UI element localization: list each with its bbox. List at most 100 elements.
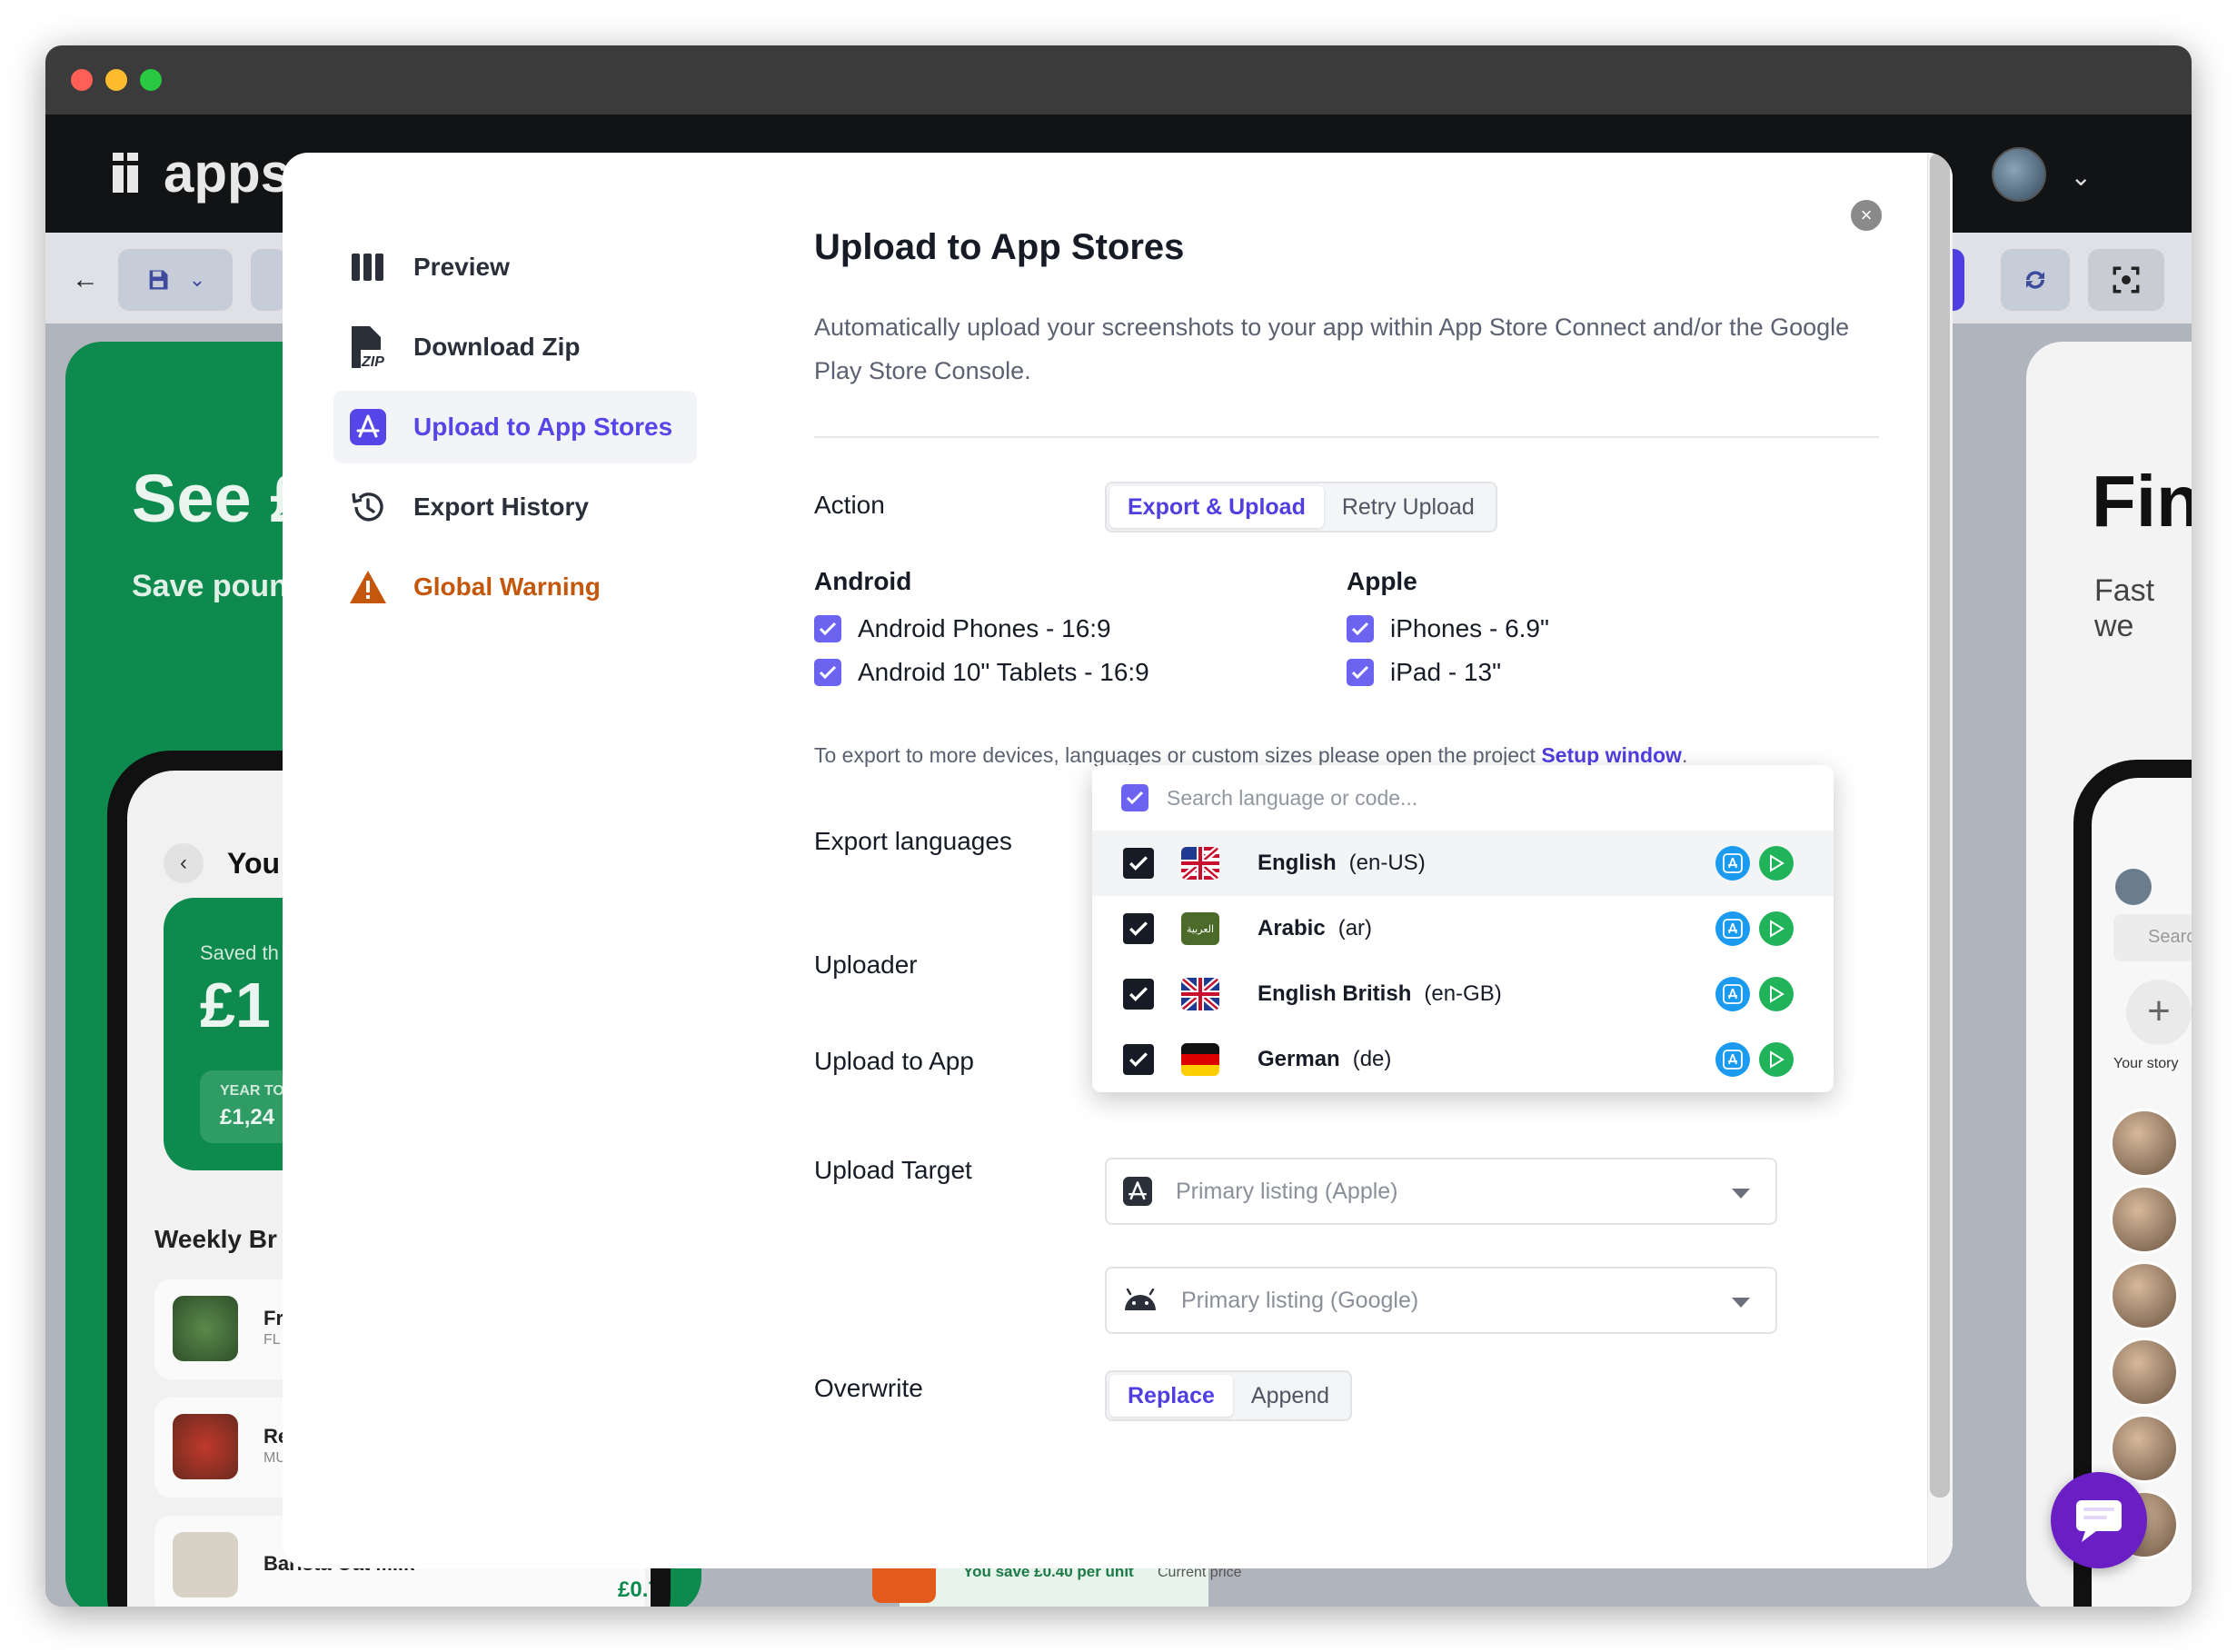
story-avatar: [2110, 1185, 2179, 1254]
saved-label: Saved th: [200, 941, 279, 964]
action-label: Action: [814, 491, 885, 519]
app-store-icon[interactable]: [1715, 911, 1750, 946]
app-store-icon: [348, 407, 388, 447]
modal-scrollbar[interactable]: [1927, 153, 1953, 1568]
maximize-window-button[interactable]: [140, 69, 162, 91]
user-avatar[interactable]: [1992, 147, 2046, 202]
app-store-icon: [1123, 1177, 1152, 1206]
language-option[interactable]: العربية Arabic (ar): [1092, 896, 1834, 961]
export-languages-label: Export languages: [814, 827, 1012, 855]
android-device-row[interactable]: Android 10" Tablets - 16:9: [814, 658, 1149, 687]
sidebar-item-label: Upload to App Stores: [413, 413, 673, 441]
chevron-down-icon: ⌄: [188, 268, 206, 291]
language-option[interactable]: English British (en-GB): [1092, 961, 1834, 1027]
google-play-icon[interactable]: [1759, 911, 1794, 946]
chat-icon: [2076, 1500, 2122, 1542]
sidebar-item-preview[interactable]: Preview: [333, 231, 697, 304]
add-story-icon: +: [2126, 980, 2192, 1045]
capture-button[interactable]: [2088, 249, 2164, 311]
dropdown-caret-icon: [1732, 1298, 1750, 1308]
language-checkbox[interactable]: [1123, 979, 1154, 1010]
chevron-down-icon[interactable]: ⌄: [2071, 162, 2092, 192]
zip-file-icon: ZIP: [348, 326, 388, 370]
german-flag-icon: [1181, 1043, 1219, 1076]
arabic-flag-text: العربية: [1186, 922, 1215, 935]
app-logo[interactable]: apps: [111, 142, 291, 204]
window-titlebar: [45, 45, 2192, 114]
app-store-icon[interactable]: [1715, 977, 1750, 1011]
columns-icon: [348, 247, 388, 287]
divider: [814, 436, 1879, 438]
google-listing-placeholder: Primary listing (Google): [1181, 1287, 1419, 1313]
apple-listing-select[interactable]: Primary listing (Apple): [1105, 1158, 1777, 1225]
sidebar-item-label: Global Warning: [413, 572, 601, 601]
google-play-icon[interactable]: [1759, 977, 1794, 1011]
minimize-window-button[interactable]: [105, 69, 127, 91]
close-modal-button[interactable]: ×: [1851, 200, 1882, 231]
setup-window-link[interactable]: Setup window: [1541, 743, 1682, 767]
checkbox-checked[interactable]: [1347, 615, 1374, 642]
append-option[interactable]: Append: [1233, 1375, 1347, 1417]
language-checkbox[interactable]: [1123, 848, 1154, 879]
chat-support-button[interactable]: [2051, 1472, 2147, 1568]
refresh-button[interactable]: [2001, 249, 2070, 311]
apple-listing-placeholder: Primary listing (Apple): [1176, 1178, 1398, 1204]
android-device-row[interactable]: Android Phones - 16:9: [814, 614, 1111, 643]
mini-avatar: [2115, 869, 2152, 905]
toolbar-button[interactable]: [251, 249, 287, 311]
back-button[interactable]: ←: [62, 249, 109, 311]
language-code: (ar): [1337, 916, 1373, 940]
weekly-label: Weekly Br: [154, 1225, 277, 1253]
google-play-icon[interactable]: [1759, 1042, 1794, 1077]
google-listing-select[interactable]: Primary listing (Google): [1105, 1267, 1777, 1334]
sidebar-item-export-history[interactable]: Export History: [333, 471, 697, 543]
select-all-checkbox[interactable]: [1121, 784, 1148, 811]
us-flag-icon: [1181, 847, 1219, 880]
apple-device-row[interactable]: iPhones - 6.9": [1347, 614, 1549, 643]
language-code: (en-GB): [1424, 981, 1502, 1006]
device-label: iPad - 13": [1390, 658, 1502, 686]
language-option[interactable]: German (de): [1092, 1027, 1834, 1092]
checkbox-checked[interactable]: [1347, 659, 1374, 686]
refresh-icon: [2026, 271, 2044, 289]
svg-text:ZIP: ZIP: [361, 354, 384, 370]
scrollbar-thumb[interactable]: [1930, 153, 1950, 1498]
language-checkbox[interactable]: [1123, 913, 1154, 944]
language-checkbox[interactable]: [1123, 1044, 1154, 1075]
app-store-icon[interactable]: [1715, 1042, 1750, 1077]
apple-device-row[interactable]: iPad - 13": [1347, 658, 1501, 687]
close-window-button[interactable]: [71, 69, 93, 91]
language-search-row[interactable]: Search language or code...: [1092, 765, 1834, 831]
logo-text: apps: [164, 143, 292, 204]
google-play-icon[interactable]: [1759, 846, 1794, 881]
sidebar-item-global-warning[interactable]: Global Warning: [333, 551, 697, 623]
sidebar-item-upload-app-stores[interactable]: Upload to App Stores: [333, 391, 697, 463]
dropdown-caret-icon: [1732, 1189, 1750, 1199]
save-button[interactable]: ⌄: [118, 249, 233, 311]
history-icon: [348, 487, 388, 527]
language-code: (en-US): [1348, 851, 1426, 875]
warning-icon: [348, 567, 388, 607]
checkbox-checked[interactable]: [814, 615, 841, 642]
language-name: German: [1258, 1047, 1340, 1071]
save-icon: [149, 270, 168, 290]
ytd-value: £1,24: [220, 1105, 275, 1130]
app-store-icon[interactable]: [1715, 846, 1750, 881]
uk-flag-icon: [1181, 978, 1219, 1010]
action-segmented-control: Export & Upload Retry Upload: [1105, 482, 1497, 532]
language-name: Arabic: [1258, 916, 1326, 940]
android-icon: [1125, 1289, 1156, 1310]
checkbox-checked[interactable]: [814, 659, 841, 686]
replace-option[interactable]: Replace: [1109, 1375, 1233, 1417]
story-avatar: [2110, 1414, 2179, 1483]
story-avatar: [2110, 1261, 2179, 1330]
page-description: Automatically upload your screenshots to…: [814, 313, 1850, 384]
device-label: Android Phones - 16:9: [858, 614, 1111, 642]
language-option[interactable]: English (en-US): [1092, 831, 1834, 896]
upload-target-label: Upload Target: [814, 1156, 972, 1184]
retry-upload-option[interactable]: Retry Upload: [1324, 486, 1493, 528]
sidebar-item-download-zip[interactable]: ZIP Download Zip: [333, 311, 697, 383]
android-title: Android: [814, 567, 912, 595]
language-search-input[interactable]: Search language or code...: [1167, 786, 1417, 811]
export-upload-option[interactable]: Export & Upload: [1109, 486, 1324, 528]
